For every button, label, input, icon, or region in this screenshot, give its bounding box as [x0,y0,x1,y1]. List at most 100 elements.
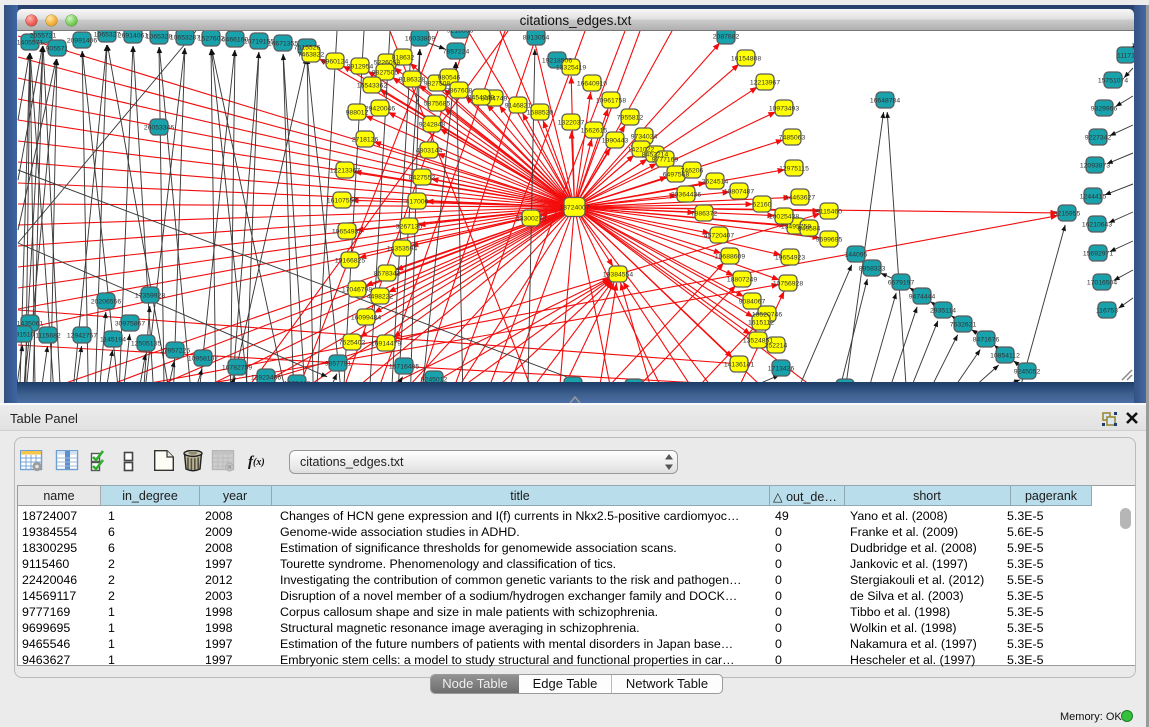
svg-text:6679197: 6679197 [888,279,915,286]
svg-text:9245052: 9245052 [1014,368,1041,375]
svg-text:9734024: 9734024 [631,133,658,140]
svg-text:9777169: 9777169 [652,156,679,163]
svg-text:7485063: 7485063 [779,134,806,141]
svg-text:1145194: 1145194 [100,336,126,343]
svg-text:7632621: 7632621 [950,321,977,328]
svg-text:252214: 252214 [765,342,788,349]
svg-text:12975115: 12975115 [779,165,809,172]
svg-text:(x): (x) [253,457,265,468]
svg-text:7955812: 7955812 [617,114,644,121]
svg-text:1322037: 1322037 [558,119,585,126]
svg-text:849584: 849584 [798,225,821,232]
svg-text:1588520: 1588520 [527,109,554,116]
svg-text:30975867: 30975867 [115,320,145,327]
svg-text:20206556: 20206556 [91,298,121,305]
svg-text:16099484: 16099484 [351,314,381,321]
svg-text:2055721: 2055721 [30,32,57,39]
svg-text:10756928: 10756928 [773,280,803,287]
svg-text:2867608: 2867608 [446,87,473,94]
svg-text:9474444: 9474444 [909,293,936,300]
svg-text:9857791: 9857791 [325,360,352,367]
svg-text:5875685: 5875685 [424,100,451,107]
svg-text:26053346: 26053346 [144,124,174,131]
svg-text:1562615: 1562615 [581,127,608,134]
svg-text:10961758: 10961758 [596,97,626,104]
svg-text:4803144: 4803144 [416,147,443,154]
svg-text:9084067: 9084067 [739,298,766,305]
svg-text:391510: 391510 [17,331,35,338]
svg-text:8958323: 8958323 [859,265,886,272]
svg-text:18520746: 18520746 [752,311,782,318]
svg-text:9699695: 9699695 [816,236,843,243]
svg-text:144095: 144095 [845,251,868,258]
svg-text:4498222: 4498222 [367,293,394,300]
svg-text:10807487: 10807487 [724,188,754,195]
svg-text:8678342: 8678342 [374,270,401,277]
svg-text:20364436: 20364436 [671,191,701,198]
svg-text:1115682: 1115682 [35,332,61,339]
svg-text:3267130: 3267130 [396,223,423,230]
svg-text:7857224: 7857224 [443,48,470,55]
svg-text:9242848: 9242848 [419,121,446,128]
svg-text:10958107: 10958107 [188,355,218,362]
svg-text:9146821: 9146821 [505,102,532,109]
svg-text:3624514: 3624514 [702,178,729,185]
svg-text:8912954: 8912954 [347,63,374,70]
svg-text:29420046: 29420046 [365,105,395,112]
svg-text:10688609: 10688609 [715,253,745,260]
svg-text:8186328: 8186328 [399,76,426,83]
svg-text:19384554: 19384554 [603,271,633,278]
svg-text:3215955: 3215955 [1054,210,1081,217]
svg-text:10973493: 10973493 [769,105,799,112]
svg-text:9827508: 9827508 [424,80,451,87]
svg-text:11171: 11171 [1117,52,1134,59]
svg-text:1713426: 1713426 [768,365,795,372]
svg-text:19654923: 19654923 [775,254,805,261]
svg-text:10025438: 10025438 [769,213,799,220]
svg-text:16543362: 16543362 [357,82,387,89]
svg-text:17016504: 17016504 [1087,279,1117,286]
svg-text:8454749: 8454749 [468,94,495,101]
svg-text:818632: 818632 [392,54,415,61]
svg-text:9227342: 9227342 [1085,134,1112,141]
svg-text:1990443: 1990443 [602,137,629,144]
svg-text:12942757: 12942757 [67,332,97,339]
svg-text:2087682: 2087682 [713,33,740,40]
svg-text:17046798: 17046798 [342,286,372,293]
svg-text:23300273: 23300273 [516,215,546,222]
svg-text:8813054: 8813054 [523,34,550,41]
svg-text:9827505: 9827505 [372,69,399,76]
svg-text:17359928: 17359928 [135,292,165,299]
svg-text:12505135: 12505135 [131,340,161,347]
svg-text:15751074: 15751074 [1098,77,1128,84]
svg-text:20991406: 20991406 [67,37,97,44]
svg-text:1435061: 1435061 [17,320,43,327]
svg-text:18724007: 18724007 [559,204,589,211]
svg-text:746206: 746206 [681,167,704,174]
svg-text:19218506: 19218506 [542,57,572,64]
svg-text:1527602: 1527602 [198,35,225,42]
svg-text:9115460: 9115460 [816,208,842,215]
svg-text:19654933: 19654933 [332,228,362,235]
svg-text:116753: 116753 [1096,307,1118,314]
svg-text:18807249: 18807249 [727,276,757,283]
svg-text:988012: 988012 [346,109,369,116]
svg-text:16154808: 16154808 [731,55,761,62]
svg-text:12093873: 12093873 [1080,162,1110,169]
svg-text:1405571: 1405571 [17,39,43,46]
svg-text:14136141: 14136141 [724,361,754,368]
svg-text:7463822: 7463822 [298,51,325,58]
svg-text:8427552: 8427552 [409,174,436,181]
svg-text:19166825: 19166825 [335,257,365,264]
svg-text:14463627: 14463627 [785,194,815,201]
svg-text:16033809: 16033809 [405,35,435,42]
svg-text:9329966: 9329966 [1091,105,1118,112]
svg-text:1065328: 1065328 [146,33,173,40]
svg-text:8471676: 8471676 [973,336,1000,343]
svg-text:7986372: 7986372 [691,210,718,217]
svg-text:26914061: 26914061 [118,32,148,39]
svg-text:1615112: 1615112 [748,319,774,326]
svg-text:2935114: 2935114 [930,307,956,314]
svg-text:16210643: 16210643 [1082,221,1112,228]
svg-text:905571: 905571 [46,45,69,52]
